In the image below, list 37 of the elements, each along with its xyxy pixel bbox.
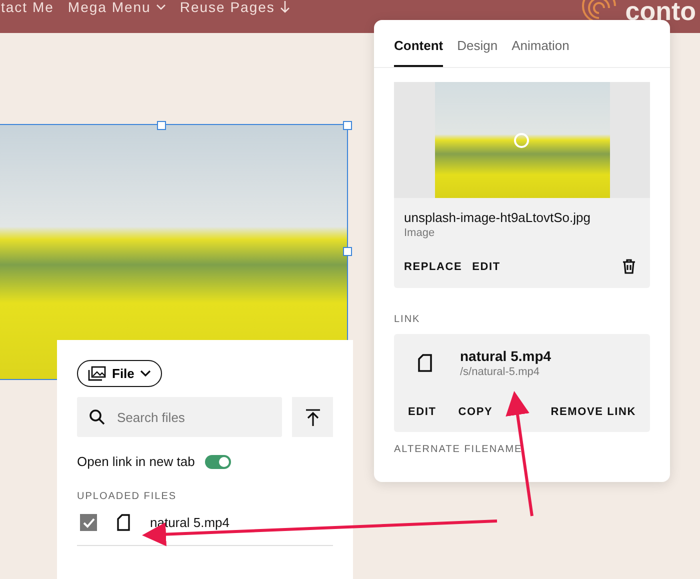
panel-tab[interactable]: Animation — [512, 38, 570, 67]
logo-text: conto — [625, 0, 696, 26]
checkbox[interactable] — [80, 514, 97, 531]
nav-link[interactable]: Mega Menu — [68, 0, 166, 15]
file-type-dropdown[interactable]: File — [77, 360, 162, 387]
file-name: unsplash-image-ht9aLtovtSo.jpg — [403, 209, 592, 227]
nav-link[interactable]: tact Me — [1, 0, 54, 15]
file-icon — [418, 354, 432, 372]
image-icon — [88, 366, 106, 381]
chevron-down-icon — [156, 4, 166, 10]
action-button[interactable]: EDIT — [408, 406, 436, 418]
trash-icon[interactable] — [622, 259, 636, 274]
arrow-down-icon — [280, 1, 290, 13]
action-button[interactable]: COPY — [458, 406, 493, 418]
action-button[interactable]: EDIT — [472, 260, 500, 272]
chevron-down-icon — [140, 370, 152, 377]
section-label: LINK — [394, 314, 422, 325]
panel-tab[interactable]: Content — [394, 38, 444, 67]
toggle-label: Open link in new tab — [77, 454, 195, 469]
search-field[interactable]: Search files — [77, 397, 282, 437]
section-label: UPLOADED FILES — [77, 491, 178, 502]
resize-handle[interactable] — [343, 247, 352, 256]
resize-handle[interactable] — [343, 121, 352, 130]
action-button[interactable]: REPLACE — [404, 260, 462, 272]
file-icon — [117, 514, 130, 531]
resize-handle[interactable] — [157, 121, 166, 130]
section-label: ALTERNATE FILENAME — [394, 444, 524, 455]
toggle-switch[interactable] — [204, 454, 231, 468]
panel-tab[interactable]: Design — [457, 38, 498, 67]
file-type: Image — [403, 227, 436, 239]
focal-point-handle[interactable] — [514, 133, 529, 148]
remove-link-button[interactable]: REMOVE LINK — [550, 406, 636, 418]
upload-icon — [306, 408, 320, 426]
link-path: /s/natural-5.mp4 — [460, 366, 540, 378]
nav-link[interactable]: Reuse Pages — [180, 0, 290, 15]
link-file-name: natural 5.mp4 — [460, 348, 552, 364]
upload-button[interactable] — [292, 397, 333, 437]
